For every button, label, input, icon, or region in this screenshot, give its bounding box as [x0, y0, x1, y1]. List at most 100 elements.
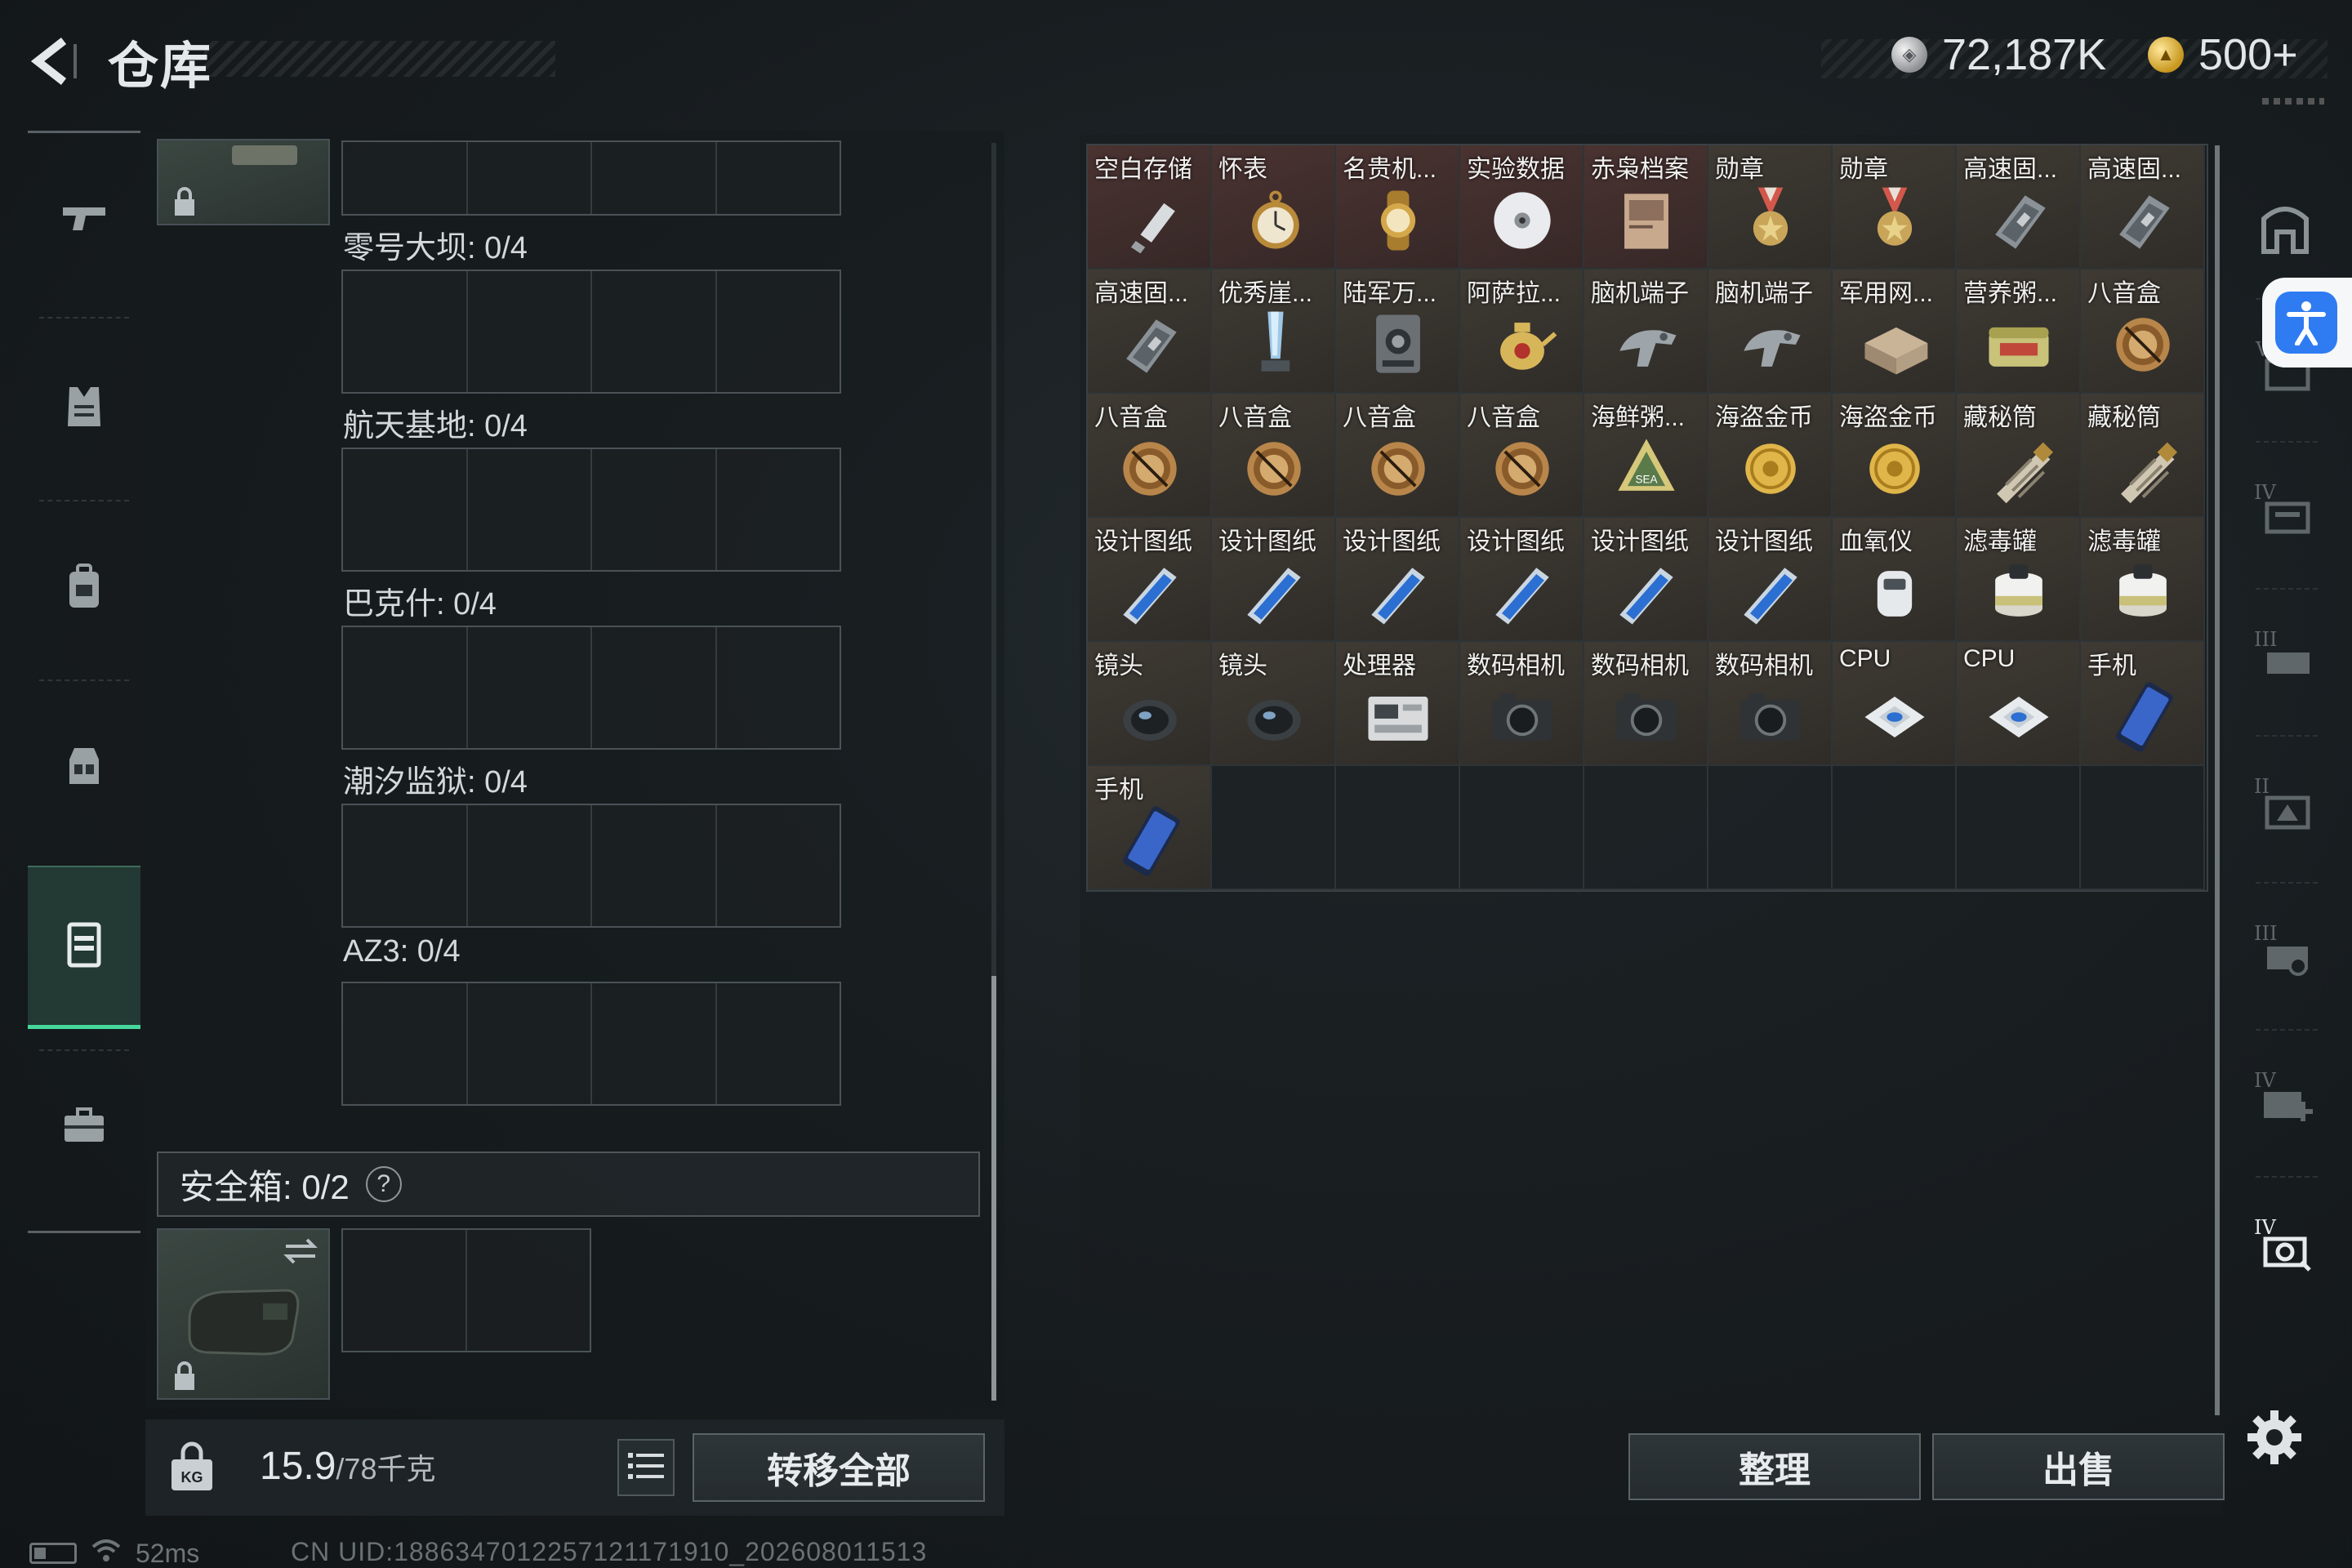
- grid-cell[interactable]: [343, 449, 468, 570]
- grid-cell[interactable]: [717, 627, 840, 748]
- grid-cell[interactable]: [468, 449, 592, 570]
- stash-item[interactable]: 怀表: [1212, 145, 1336, 270]
- transfer-all-button[interactable]: 转移全部: [693, 1433, 985, 1502]
- nav-container[interactable]: [28, 866, 140, 1029]
- settings-gear-icon[interactable]: [2246, 1409, 2303, 1466]
- nav-chest-rig[interactable]: [28, 686, 140, 849]
- stash-item[interactable]: 勋章: [1833, 145, 1957, 270]
- grid-cell[interactable]: [592, 805, 717, 926]
- grid-cell[interactable]: [468, 983, 592, 1104]
- grid-cell[interactable]: [592, 627, 717, 748]
- stash-item[interactable]: 脑机端子: [1708, 270, 1833, 394]
- stash-item[interactable]: 数码相机: [1460, 642, 1584, 766]
- stash-item[interactable]: 藏秘筒: [1957, 394, 2081, 518]
- gold-currency[interactable]: ▲ 500+: [2148, 29, 2298, 80]
- stash-item[interactable]: 八音盒: [1336, 394, 1460, 518]
- stash-item[interactable]: 脑机端子: [1584, 270, 1708, 394]
- stash-item[interactable]: 手机: [1088, 766, 1212, 890]
- empty-stash-cell[interactable]: [1460, 766, 1584, 890]
- stash-item[interactable]: 设计图纸: [1336, 518, 1460, 642]
- safe-box-item[interactable]: [157, 1228, 330, 1400]
- stash-item[interactable]: 高速固...: [2081, 145, 2205, 270]
- help-icon[interactable]: ?: [365, 1166, 402, 1202]
- grid-cell[interactable]: [717, 983, 840, 1104]
- stash-item[interactable]: 八音盒: [1460, 394, 1584, 518]
- stash-item[interactable]: 藏秘筒: [2081, 394, 2205, 518]
- back-arrow-icon[interactable]: [24, 33, 82, 90]
- silver-currency[interactable]: ◈ 72,187K: [1891, 29, 2106, 80]
- grid-cell[interactable]: [343, 271, 468, 392]
- grid-cell[interactable]: [468, 805, 592, 926]
- left-scrollbar-thumb[interactable]: [991, 976, 996, 1401]
- stash-item[interactable]: 实验数据: [1460, 145, 1584, 270]
- nav-weapon[interactable]: [28, 139, 140, 302]
- stash-item[interactable]: 设计图纸: [1212, 518, 1336, 642]
- stash-item[interactable]: 八音盒: [2081, 270, 2205, 394]
- accessibility-button[interactable]: [2262, 278, 2352, 368]
- stash-scrollbar[interactable]: [2215, 145, 2220, 1415]
- stash-item[interactable]: 八音盒: [1088, 394, 1212, 518]
- stash-tab-3[interactable]: III: [2236, 592, 2334, 723]
- grid-cell[interactable]: [343, 627, 468, 748]
- grid-cell[interactable]: [343, 805, 468, 926]
- empty-stash-cell[interactable]: [1584, 766, 1708, 890]
- safe-box-grid[interactable]: [341, 1228, 591, 1352]
- stash-item[interactable]: 设计图纸: [1708, 518, 1833, 642]
- stash-item[interactable]: 处理器: [1336, 642, 1460, 766]
- stash-item[interactable]: 空白存储: [1088, 145, 1212, 270]
- stash-item[interactable]: 名贵机...: [1336, 145, 1460, 270]
- stash-item[interactable]: 八音盒: [1212, 394, 1336, 518]
- slot-grid-az3[interactable]: [341, 982, 841, 1106]
- stash-item[interactable]: 镜头: [1088, 642, 1212, 766]
- slot-grid-space-base[interactable]: [341, 448, 841, 572]
- slot-grid-tide-prison[interactable]: [341, 804, 841, 928]
- stash-item[interactable]: 营养粥...: [1957, 270, 2081, 394]
- stash-item[interactable]: 镜头: [1212, 642, 1336, 766]
- stash-item[interactable]: CPU: [1833, 642, 1957, 766]
- list-view-button[interactable]: [617, 1439, 675, 1496]
- grid-cell[interactable]: [343, 142, 468, 214]
- stash-tab-4-plus[interactable]: IV: [2236, 1033, 2334, 1164]
- grid-cell[interactable]: [717, 271, 840, 392]
- grid-cell[interactable]: [468, 627, 592, 748]
- sort-button[interactable]: 整理: [1628, 1433, 1921, 1500]
- empty-stash-cell[interactable]: [1212, 766, 1336, 890]
- stash-item[interactable]: 海盗金币: [1708, 394, 1833, 518]
- stash-item[interactable]: 数码相机: [1708, 642, 1833, 766]
- grid-cell[interactable]: [468, 271, 592, 392]
- stash-item[interactable]: CPU: [1957, 642, 2081, 766]
- grid-cell[interactable]: [717, 449, 840, 570]
- stash-item[interactable]: 陆军万...: [1336, 270, 1460, 394]
- swap-icon[interactable]: [281, 1235, 320, 1272]
- stash-item[interactable]: 优秀崖...: [1212, 270, 1336, 394]
- stash-item[interactable]: 滤毒罐: [1957, 518, 2081, 642]
- sell-button[interactable]: 出售: [1932, 1433, 2225, 1500]
- empty-stash-cell[interactable]: [1708, 766, 1833, 890]
- stash-item[interactable]: 血氧仪: [1833, 518, 1957, 642]
- nav-case[interactable]: [28, 1045, 140, 1209]
- grid-cell[interactable]: [343, 983, 468, 1104]
- stash-tab-4-active[interactable]: IV: [2236, 1180, 2334, 1311]
- stash-item[interactable]: 阿萨拉...: [1460, 270, 1584, 394]
- stash-item[interactable]: 数码相机: [1584, 642, 1708, 766]
- grid-cell[interactable]: [592, 142, 717, 214]
- empty-stash-cell[interactable]: [1336, 766, 1460, 890]
- stash-item[interactable]: 海盗金币: [1833, 394, 1957, 518]
- grid-cell[interactable]: [592, 983, 717, 1104]
- stash-tab-2[interactable]: II: [2236, 739, 2334, 870]
- grid-cell[interactable]: [717, 805, 840, 926]
- empty-stash-cell[interactable]: [1833, 766, 1957, 890]
- grid-cell[interactable]: [592, 449, 717, 570]
- stash-tab-home[interactable]: [2236, 163, 2334, 294]
- stash-item[interactable]: 勋章: [1708, 145, 1833, 270]
- stash-item[interactable]: 高速固...: [1957, 145, 2081, 270]
- nav-armor[interactable]: [28, 327, 140, 490]
- equipped-container-item[interactable]: [157, 139, 330, 225]
- slot-grid-zero-dam[interactable]: [341, 270, 841, 394]
- stash-item[interactable]: 高速固...: [1088, 270, 1212, 394]
- nav-backpack[interactable]: [28, 506, 140, 670]
- grid-cell[interactable]: [467, 1230, 590, 1351]
- grid-cell[interactable]: [717, 142, 840, 214]
- slot-grid-top[interactable]: [341, 140, 841, 216]
- stash-item[interactable]: 设计图纸: [1460, 518, 1584, 642]
